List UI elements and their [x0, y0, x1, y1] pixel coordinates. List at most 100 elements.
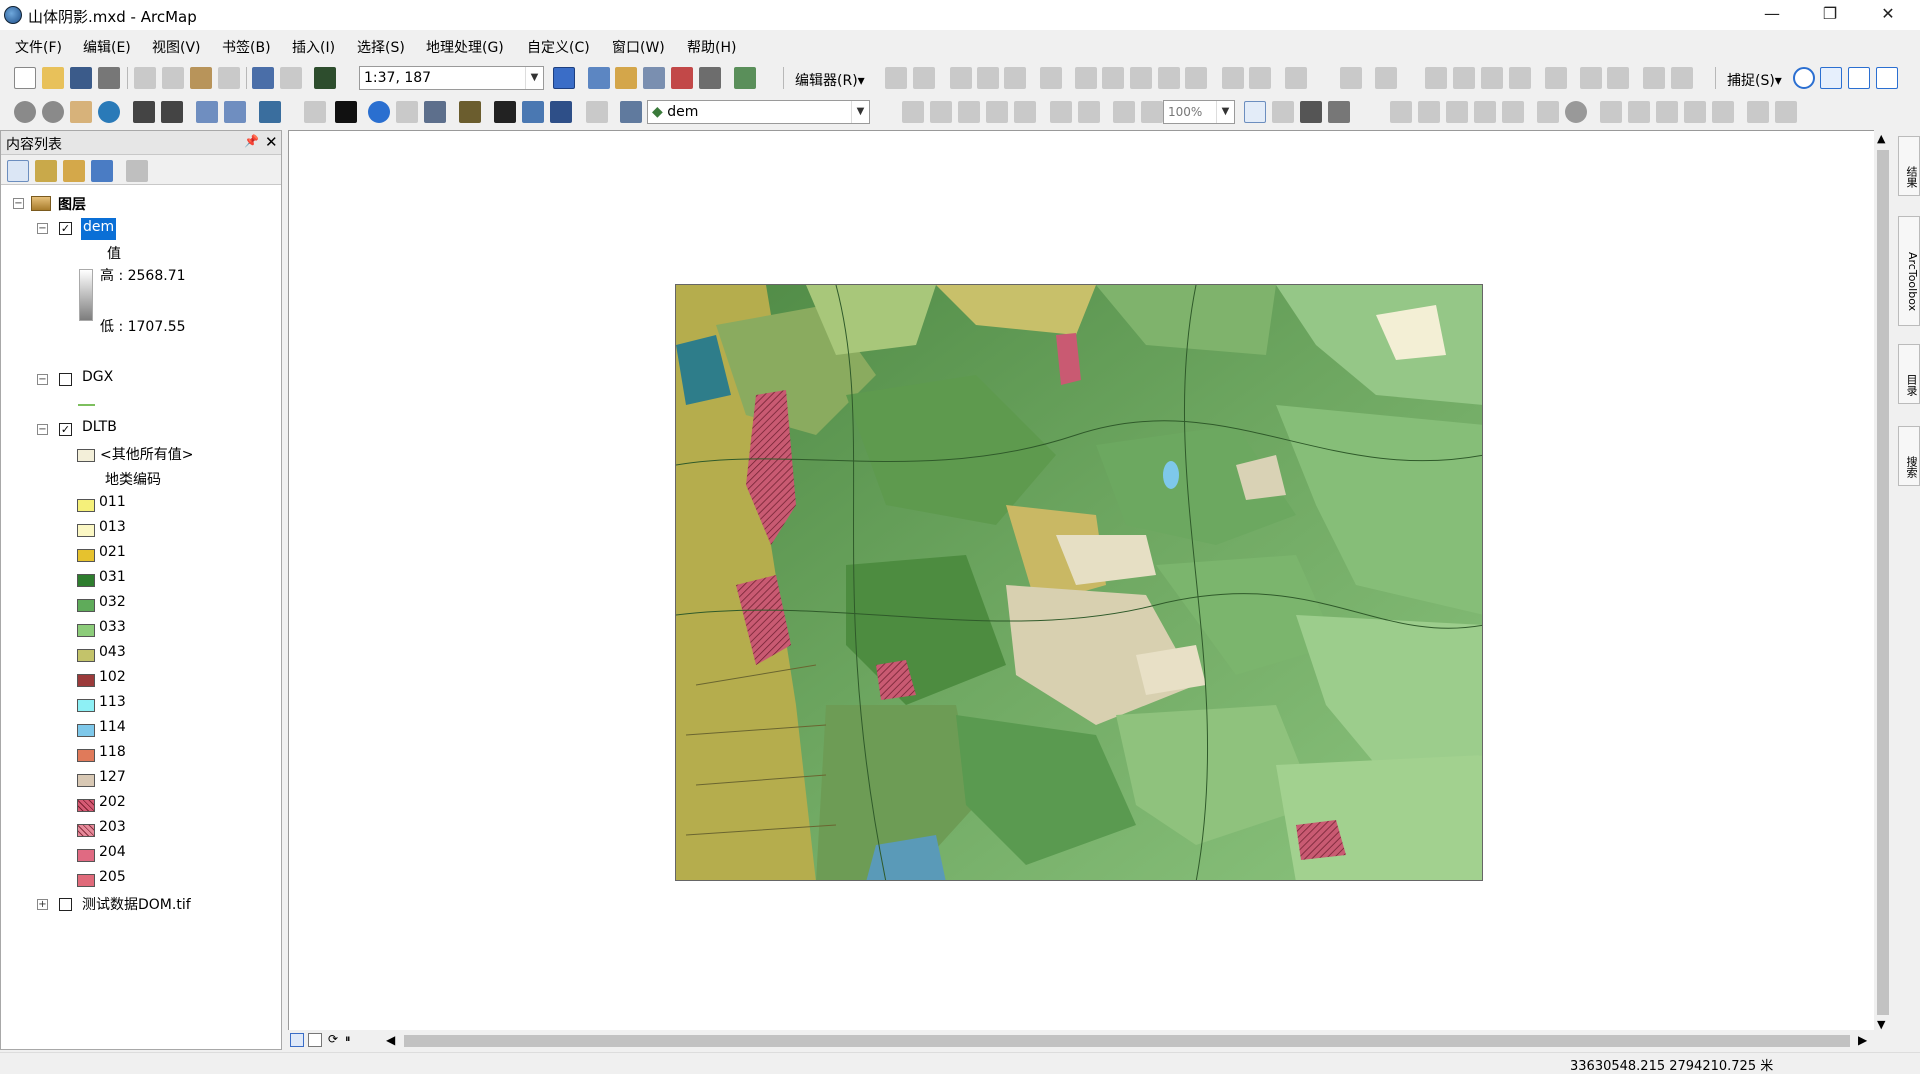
cogo-icon[interactable]	[1747, 101, 1769, 123]
legend-swatch-203[interactable]	[77, 824, 95, 837]
menu-geoprocessing[interactable]: 地理处理(G)	[426, 37, 504, 57]
preview-icon[interactable]	[1656, 101, 1678, 123]
toggle-draft-mode-icon[interactable]	[1244, 101, 1266, 123]
menu-file[interactable]: 文件(F)	[15, 37, 62, 57]
close-icon[interactable]: ✕	[265, 133, 278, 151]
view-link-table-icon[interactable]	[1565, 101, 1587, 123]
legend-swatch-032[interactable]	[77, 599, 95, 612]
vertical-scrollbar[interactable]: ▲ ▼	[1874, 130, 1892, 1035]
create-viewer-icon[interactable]	[620, 101, 642, 123]
expand-dom-toggle[interactable]: +	[37, 899, 48, 910]
go-back-icon[interactable]	[196, 101, 218, 123]
validate-topology-icon[interactable]	[1545, 67, 1567, 89]
dom-visibility-checkbox[interactable]	[59, 898, 72, 911]
layout-full-icon[interactable]	[1141, 101, 1163, 123]
print-icon[interactable]	[98, 67, 120, 89]
menu-help[interactable]: 帮助(H)	[687, 37, 736, 57]
fix-topology-icon[interactable]	[1607, 67, 1629, 89]
land-use-hillshade-map[interactable]	[675, 284, 1483, 881]
html-popup-icon[interactable]	[424, 101, 446, 123]
georef-link-icon[interactable]	[1014, 101, 1036, 123]
collapse-dem-toggle[interactable]: −	[37, 223, 48, 234]
paste-icon[interactable]	[190, 67, 212, 89]
select-features-icon[interactable]	[259, 101, 281, 123]
search-dock-tab[interactable]: 搜索	[1898, 426, 1920, 486]
georef-shift-icon[interactable]	[958, 101, 980, 123]
ruler-icon[interactable]	[1712, 101, 1734, 123]
advanced-edit-icon[interactable]	[1643, 67, 1665, 89]
add-data-icon[interactable]	[314, 67, 336, 89]
horizontal-scrollbar[interactable]: ⟳ ⏸ ◀ ▶	[288, 1030, 1880, 1052]
zoom-in-icon[interactable]	[14, 101, 36, 123]
collapse-layers-toggle[interactable]: −	[13, 198, 24, 209]
straight-segment-icon[interactable]	[950, 67, 972, 89]
error-inspector-icon[interactable]	[1580, 67, 1602, 89]
go-to-xy-icon[interactable]	[550, 101, 572, 123]
results-dock-tab[interactable]: 结果	[1898, 136, 1920, 196]
georeferencing-icon[interactable]	[1340, 67, 1362, 89]
scroll-up-icon[interactable]: ▲	[1877, 132, 1885, 145]
legend-swatch-114[interactable]	[77, 724, 95, 737]
new-limited-adjust-icon[interactable]	[1502, 101, 1524, 123]
parcel-icon[interactable]	[1775, 101, 1797, 123]
dom-layer-name[interactable]: 测试数据DOM.tif	[82, 894, 191, 916]
dem-layer-name[interactable]: dem	[81, 218, 117, 240]
edit-tool-icon[interactable]	[885, 67, 907, 89]
layout-zoom-out-icon[interactable]	[1078, 101, 1100, 123]
legend-swatch-127[interactable]	[77, 774, 95, 787]
dgx-visibility-checkbox[interactable]	[59, 373, 72, 386]
end-snapping-icon[interactable]	[1820, 67, 1842, 89]
shared-features-icon[interactable]	[1509, 67, 1531, 89]
search-window-icon[interactable]	[643, 67, 665, 89]
trace-icon[interactable]	[1004, 67, 1026, 89]
full-extent-icon[interactable]	[98, 101, 120, 123]
menu-edit[interactable]: 编辑(E)	[83, 37, 131, 57]
list-by-visibility-icon[interactable]	[63, 160, 85, 182]
legend-swatch-031[interactable]	[77, 574, 95, 587]
fixed-zoom-in-icon[interactable]	[133, 101, 155, 123]
layer-dropdown[interactable]: ◆ dem ▼	[647, 100, 870, 124]
spatial-adjust-icon[interactable]	[1390, 101, 1412, 123]
create-features-icon[interactable]	[1285, 67, 1307, 89]
zoom-out-icon[interactable]	[42, 101, 64, 123]
list-by-drawing-order-icon[interactable]	[7, 160, 29, 182]
menu-insert[interactable]: 插入(I)	[292, 37, 335, 57]
new-document-icon[interactable]	[14, 67, 36, 89]
minimize-button[interactable]: —	[1744, 0, 1800, 30]
dltb-layer-name[interactable]: DLTB	[82, 419, 117, 441]
clear-selection-icon[interactable]	[304, 101, 326, 123]
select-elements-icon[interactable]	[335, 101, 357, 123]
legend-swatch-202[interactable]	[77, 799, 95, 812]
zoom-percent-combo[interactable]: 100% ▼	[1163, 100, 1235, 124]
catalog-icon[interactable]	[615, 67, 637, 89]
legend-swatch-043[interactable]	[77, 649, 95, 662]
map-scale-combo[interactable]: 1:37, 187 ▼	[359, 66, 544, 90]
edge-snapping-icon[interactable]	[1876, 67, 1898, 89]
scroll-left-icon[interactable]: ◀	[386, 1033, 395, 1047]
attributes-icon[interactable]	[1222, 67, 1244, 89]
list-by-selection-icon[interactable]	[91, 160, 113, 182]
point-snapping-icon[interactable]	[1793, 67, 1815, 89]
save-icon[interactable]	[70, 67, 92, 89]
legend-swatch-102[interactable]	[77, 674, 95, 687]
hyperlink-icon[interactable]	[396, 101, 418, 123]
attribute-transfer-icon[interactable]	[1628, 101, 1650, 123]
new-identity-link-icon[interactable]	[1537, 101, 1559, 123]
menu-windows[interactable]: 窗口(W)	[612, 37, 665, 57]
open-folder-icon[interactable]	[42, 67, 64, 89]
close-button[interactable]: ✕	[1860, 0, 1916, 30]
dgx-layer-name[interactable]: DGX	[82, 369, 113, 391]
measure-icon[interactable]	[459, 101, 481, 123]
menu-view[interactable]: 视图(V)	[152, 37, 201, 57]
pin-icon[interactable]: 📌	[244, 134, 259, 148]
new-displacement-link-icon[interactable]	[1418, 101, 1440, 123]
find-route-icon[interactable]	[522, 101, 544, 123]
vertex-snapping-icon[interactable]	[1848, 67, 1870, 89]
pause-drawing-icon[interactable]: ⏸	[345, 1032, 351, 1046]
dltb-visibility-checkbox[interactable]: ✓	[59, 423, 72, 436]
topology-edit-icon[interactable]	[1481, 67, 1503, 89]
arctoolbox-icon[interactable]	[671, 67, 693, 89]
model-builder-icon[interactable]	[734, 67, 756, 89]
georef-rotate-icon[interactable]	[930, 101, 952, 123]
refresh-icon[interactable]: ⟳	[328, 1032, 338, 1046]
